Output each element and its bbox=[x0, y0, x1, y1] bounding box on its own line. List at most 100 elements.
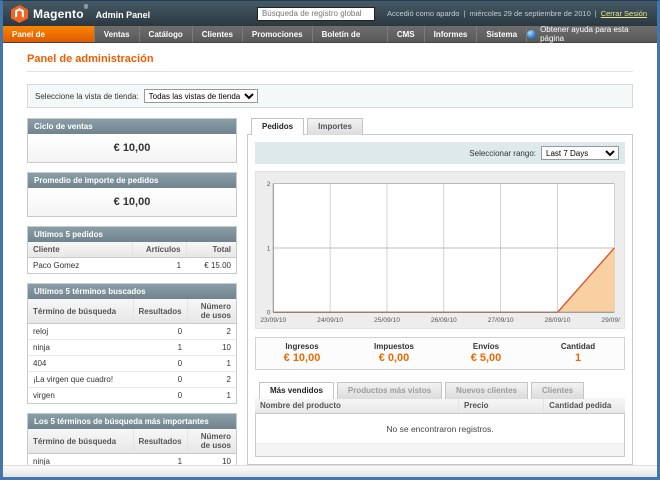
total-label: Cantidad bbox=[532, 342, 624, 351]
lifetime-sales-value: € 10,00 bbox=[28, 134, 236, 162]
grid-tab[interactable]: Más vendidos bbox=[259, 382, 334, 399]
grid-tabs: Más vendidosProductos más vistosNuevos c… bbox=[255, 382, 625, 398]
order-row[interactable]: Paco Gomez1€ 15.00 bbox=[28, 258, 236, 274]
diagram-panel-body: Seleccionar rango: Last 7 Days 23/09/102… bbox=[247, 134, 633, 465]
store-view-label: Seleccione la vista de tienda: bbox=[35, 92, 139, 101]
col-header: Total bbox=[186, 242, 236, 258]
col-header: Resultados bbox=[133, 429, 187, 454]
nav-tab[interactable]: CMS bbox=[388, 26, 425, 42]
total-value: € 5,00 bbox=[440, 352, 532, 364]
nav-tab[interactable]: Panel de administración bbox=[3, 26, 95, 42]
search-term-row[interactable]: 40401 bbox=[28, 356, 236, 372]
page-title: Panel de administración bbox=[27, 53, 633, 72]
search-term-row[interactable]: ninja110 bbox=[28, 340, 236, 356]
lifetime-sales-title: Ciclo de ventas bbox=[28, 119, 236, 134]
dashboard-panel: PedidosImportes Seleccionar rango: Last … bbox=[247, 118, 633, 465]
totals-bar: Ingresos € 10,00 Impuestos € 0,00 Envíos bbox=[255, 337, 625, 370]
top-search-terms-box: Los 5 términos de búsqueda más important… bbox=[27, 413, 237, 465]
nav-tab[interactable]: Clientes bbox=[193, 26, 243, 42]
total-label: Ingresos bbox=[256, 342, 348, 351]
svg-text:2: 2 bbox=[267, 181, 271, 188]
orders-chart-band: 23/09/10 24/09/10 25/09/10 26/09/10 27/09/10… bbox=[255, 171, 625, 329]
svg-text:0: 0 bbox=[267, 310, 271, 317]
col-header: Término de búsqueda bbox=[28, 429, 133, 454]
lifetime-sales-box: Ciclo de ventas € 10,00 bbox=[27, 118, 237, 163]
grid-tab[interactable]: Productos más vistos bbox=[337, 382, 442, 399]
col-header: Precio bbox=[459, 398, 544, 414]
products-grid: Nombre del producto Precio Cantidad pedi… bbox=[255, 398, 625, 457]
col-header: Artículos bbox=[132, 242, 186, 258]
nav-tab[interactable]: Boletín de noticias bbox=[313, 26, 388, 42]
average-orders-box: Promedio de importe de pedidos € 10,00 bbox=[27, 172, 237, 217]
current-date: miércoles 29 de septiembre de 2010 bbox=[469, 9, 590, 18]
logged-in-as: Accedió como apardo bbox=[387, 9, 460, 18]
svg-text:29/09/10: 29/09/10 bbox=[601, 317, 621, 324]
help-icon bbox=[527, 30, 536, 39]
global-search-input[interactable] bbox=[257, 7, 375, 21]
brand-name: Magento bbox=[33, 7, 84, 21]
orders-chart: 23/09/10 24/09/10 25/09/10 26/09/10 27/09/10… bbox=[259, 177, 621, 326]
content: Panel de administración Seleccione la vi… bbox=[3, 43, 657, 465]
magento-logo-icon bbox=[11, 5, 28, 23]
help-label: Obtener ayuda para esta página bbox=[540, 25, 647, 43]
footer-strip bbox=[3, 465, 657, 477]
col-header: Término de búsqueda bbox=[28, 299, 133, 324]
total-label: Impuestos bbox=[348, 342, 440, 351]
col-header: Resultados bbox=[133, 299, 187, 324]
col-header: Cantidad pedida bbox=[544, 398, 625, 414]
range-label: Seleccionar rango: bbox=[469, 149, 536, 158]
total-value: 1 bbox=[532, 352, 624, 364]
svg-text:23/09/10: 23/09/10 bbox=[260, 317, 286, 324]
diagram-tabs: PedidosImportes bbox=[247, 118, 633, 134]
nav-tabs: Panel de administraciónVentasCatálogoCli… bbox=[3, 26, 527, 42]
range-bar: Seleccionar rango: Last 7 Days bbox=[255, 142, 625, 164]
brand-trademark: ® bbox=[84, 5, 88, 11]
range-select[interactable]: Last 7 Days bbox=[541, 146, 619, 160]
diagram-tab[interactable]: Pedidos bbox=[251, 118, 304, 135]
col-header: Nombre del producto bbox=[255, 398, 459, 414]
nav-tab[interactable]: Informes bbox=[425, 26, 478, 42]
empty-grid-message: No se encontraron registros. bbox=[256, 414, 624, 443]
svg-text:25/09/10: 25/09/10 bbox=[374, 317, 400, 324]
header: Magento® Admin Panel Accedió como apardo… bbox=[3, 1, 657, 26]
svg-text:28/09/10: 28/09/10 bbox=[545, 317, 571, 324]
last-orders-box: Ultimos 5 pedidos Cliente Artículos Tota… bbox=[27, 226, 237, 274]
header-user-info: Accedió como apardo | miércoles 29 de se… bbox=[387, 9, 647, 18]
logout-link[interactable]: Cerrar Sesión bbox=[601, 9, 647, 18]
brand: Magento® Admin Panel bbox=[11, 5, 150, 23]
nav-tab[interactable]: Promociones bbox=[243, 26, 313, 42]
grid-tab[interactable]: Nuevos clientes bbox=[445, 382, 528, 399]
total-cell: Impuestos € 0,00 bbox=[348, 342, 440, 364]
search-term-row[interactable]: ninja110 bbox=[28, 454, 236, 466]
svg-text:27/09/10: 27/09/10 bbox=[488, 317, 514, 324]
diagram-tab[interactable]: Importes bbox=[307, 118, 363, 135]
brand-suffix: Admin Panel bbox=[96, 10, 151, 20]
magento-admin-window: Magento® Admin Panel Accedió como apardo… bbox=[0, 0, 660, 480]
total-value: € 0,00 bbox=[348, 352, 440, 364]
top-search-terms-title: Los 5 términos de búsqueda más important… bbox=[28, 414, 236, 429]
last-orders-title: Ultimos 5 pedidos bbox=[28, 227, 236, 242]
col-header: Número de usos bbox=[187, 429, 236, 454]
average-orders-value: € 10,00 bbox=[28, 188, 236, 216]
nav-tab[interactable]: Sistema bbox=[477, 26, 527, 42]
average-orders-title: Promedio de importe de pedidos bbox=[28, 173, 236, 188]
nav-tab[interactable]: Ventas bbox=[95, 26, 140, 42]
nav-tab[interactable]: Catálogo bbox=[140, 26, 193, 42]
svg-text:26/09/10: 26/09/10 bbox=[431, 317, 457, 324]
search-term-row[interactable]: reloj02 bbox=[28, 324, 236, 340]
search-term-row[interactable]: virgen01 bbox=[28, 388, 236, 404]
search-term-row[interactable]: ¡La virgen que cuadro!02 bbox=[28, 372, 236, 388]
svg-text:24/09/10: 24/09/10 bbox=[317, 317, 343, 324]
total-cell: Envíos € 5,00 bbox=[440, 342, 532, 364]
last-search-terms-title: Ultimos 5 términos buscados bbox=[28, 284, 236, 299]
total-cell: Cantidad 1 bbox=[532, 342, 624, 364]
col-header: Número de usos bbox=[187, 299, 236, 324]
store-view-switcher: Seleccione la vista de tienda: Todas las… bbox=[27, 84, 633, 108]
last-search-terms-box: Ultimos 5 términos buscados Término de b… bbox=[27, 283, 237, 404]
store-view-select[interactable]: Todas las vistas de tienda bbox=[144, 89, 258, 103]
grid-even-row bbox=[256, 443, 624, 456]
grid-tab[interactable]: Clientes bbox=[531, 382, 584, 399]
total-label: Envíos bbox=[440, 342, 532, 351]
help-link[interactable]: Obtener ayuda para esta página bbox=[527, 26, 657, 42]
left-column: Ciclo de ventas € 10,00 Promedio de impo… bbox=[27, 118, 237, 465]
